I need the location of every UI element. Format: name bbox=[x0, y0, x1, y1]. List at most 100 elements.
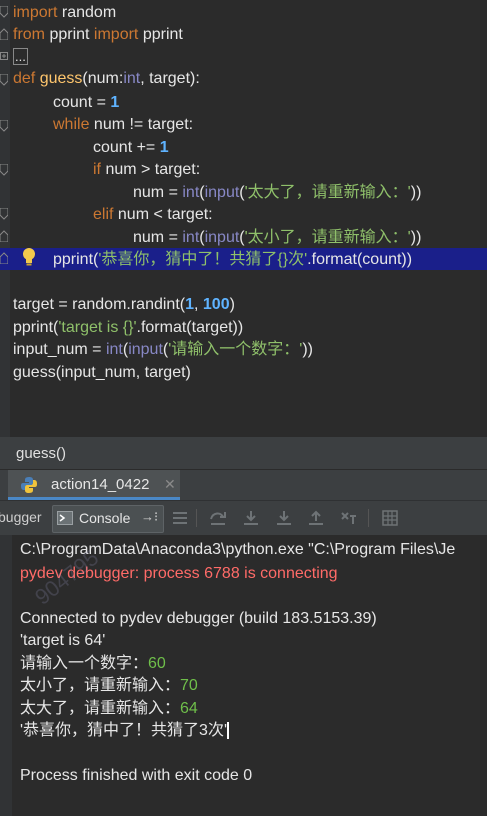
code-line[interactable]: input_num = int(input('请输入一个数字：')) bbox=[13, 339, 313, 361]
step-over-icon[interactable] bbox=[208, 509, 228, 527]
keyword: while bbox=[53, 116, 90, 133]
fold-icon[interactable] bbox=[0, 252, 8, 264]
breadcrumb[interactable]: guess() bbox=[0, 439, 487, 470]
console-text: '恭喜你，猜中了！共猜了3次' bbox=[20, 722, 228, 739]
fold-icon[interactable] bbox=[0, 6, 8, 18]
string-literal: '请输入一个数字：' bbox=[168, 341, 303, 358]
string-literal: '太大了，请重新输入：' bbox=[244, 184, 411, 201]
code-text: , target): bbox=[140, 70, 200, 87]
code-line[interactable]: import random bbox=[13, 2, 116, 24]
code-line[interactable]: if num > target: bbox=[93, 159, 200, 181]
prompt-text: 请输入一个数字： bbox=[20, 655, 149, 672]
builtin-function: int bbox=[182, 184, 200, 201]
fold-icon[interactable] bbox=[0, 28, 8, 40]
fold-icon[interactable] bbox=[0, 230, 8, 242]
code-line[interactable]: guess(input_num, target) bbox=[13, 362, 191, 384]
code-text: random bbox=[57, 4, 117, 21]
code-text: ) bbox=[229, 296, 235, 313]
code-line[interactable]: num = int(input('太小了，请重新输入：')) bbox=[133, 227, 421, 249]
builtin-type: int bbox=[123, 70, 141, 87]
keyword: import bbox=[93, 26, 139, 43]
code-line[interactable]: num = int(input('太大了，请重新输入：')) bbox=[133, 182, 421, 204]
code-line[interactable]: def guess(num:int, target): bbox=[13, 68, 200, 90]
console-line: '恭喜你，猜中了！共猜了3次' bbox=[20, 720, 230, 742]
builtin-function: int bbox=[182, 229, 200, 246]
text-cursor bbox=[227, 722, 230, 740]
code-editor[interactable]: import random from pprint import pprint … bbox=[0, 0, 487, 437]
code-text: count += bbox=[93, 139, 160, 156]
folded-text: ... bbox=[13, 48, 28, 65]
console-line: Connected to pydev debugger (build 183.5… bbox=[20, 610, 377, 627]
user-input: 64 bbox=[180, 700, 198, 717]
builtin-function: input bbox=[204, 229, 240, 246]
pin-arrow-icon[interactable]: →⁝ bbox=[141, 509, 158, 525]
fold-expand-icon[interactable] bbox=[0, 50, 8, 62]
run-to-cursor-icon[interactable] bbox=[339, 509, 359, 527]
builtin-function: input bbox=[204, 184, 240, 201]
evaluate-table-icon[interactable] bbox=[380, 509, 400, 527]
prompt-text: 太大了，请重新输入： bbox=[20, 700, 181, 717]
menu-lines-icon[interactable] bbox=[170, 509, 190, 527]
breadcrumb-function[interactable]: guess() bbox=[16, 445, 66, 462]
lightbulb-icon[interactable] bbox=[22, 247, 36, 267]
code-line[interactable]: from pprint import pprint bbox=[13, 24, 183, 46]
number-literal: 1 bbox=[110, 94, 120, 111]
code-text: num = bbox=[133, 184, 183, 201]
code-text: target = random.randint( bbox=[13, 296, 186, 313]
keyword: from bbox=[13, 26, 45, 43]
tab-console[interactable]: Console →⁝ bbox=[52, 505, 164, 533]
console-line: C:\ProgramData\Anaconda3\python.exe "C:\… bbox=[20, 541, 456, 558]
code-text: , bbox=[194, 296, 203, 313]
toolbar-separator bbox=[196, 509, 197, 527]
code-text: (num: bbox=[82, 70, 124, 87]
console-line: Process finished with exit code 0 bbox=[20, 767, 253, 784]
code-line[interactable]: while num != target: bbox=[53, 114, 193, 136]
console-line: 请输入一个数字：60 bbox=[20, 653, 166, 675]
fold-icon[interactable] bbox=[0, 74, 8, 86]
code-text: )) bbox=[302, 341, 313, 358]
step-out-icon[interactable] bbox=[306, 509, 326, 527]
console-icon bbox=[57, 511, 73, 525]
code-line[interactable]: count += 1 bbox=[93, 137, 169, 159]
toolbar-separator bbox=[368, 509, 369, 527]
fold-icon[interactable] bbox=[0, 164, 8, 176]
code-text: pprint bbox=[45, 26, 94, 43]
run-tab-action14[interactable]: action14_0422 ✕ bbox=[8, 470, 180, 500]
python-icon bbox=[20, 476, 38, 494]
console-line: 太小了，请重新输入：70 bbox=[20, 675, 198, 697]
code-text: .format(count)) bbox=[307, 251, 413, 268]
code-text: guess(input_num, target) bbox=[13, 364, 191, 381]
code-line[interactable]: elif num < target: bbox=[93, 204, 213, 226]
code-line[interactable]: count = 1 bbox=[53, 92, 119, 114]
close-icon[interactable]: ✕ bbox=[164, 476, 176, 493]
user-input: 70 bbox=[180, 677, 198, 694]
code-text: num < target: bbox=[113, 206, 213, 223]
code-text: )) bbox=[410, 229, 422, 246]
code-line[interactable]: pprint('target is {}'.format(target)) bbox=[13, 317, 243, 339]
step-into-icon[interactable] bbox=[241, 509, 261, 527]
code-text: num > target: bbox=[101, 161, 201, 178]
keyword: def bbox=[13, 70, 36, 87]
tab-debugger[interactable]: bugger bbox=[0, 509, 42, 525]
run-toolbar: bugger Console →⁝ bbox=[0, 500, 487, 535]
code-line-current[interactable]: pprint('恭喜你，猜中了！共猜了{}次'.format(count)) bbox=[53, 249, 412, 271]
code-text: .format(target)) bbox=[136, 319, 244, 336]
code-text: )) bbox=[410, 184, 422, 201]
code-text: pprint bbox=[138, 26, 183, 43]
folded-code-placeholder[interactable]: ... bbox=[13, 46, 28, 68]
prompt-text: 太小了，请重新输入： bbox=[20, 677, 181, 694]
console-output[interactable]: C:\ProgramData\Anaconda3\python.exe "C:\… bbox=[0, 535, 487, 816]
code-text: count = bbox=[53, 94, 111, 111]
console-line: 'target is 64' bbox=[20, 632, 106, 649]
fold-icon[interactable] bbox=[0, 120, 8, 132]
string-literal: '恭喜你，猜中了！共猜了{}次' bbox=[98, 251, 308, 268]
step-into-my-code-icon[interactable] bbox=[274, 509, 294, 527]
console-gutter bbox=[0, 535, 12, 816]
builtin-function: int bbox=[105, 341, 123, 358]
number-literal: 100 bbox=[202, 296, 230, 313]
keyword: if bbox=[93, 161, 101, 178]
console-label: Console bbox=[79, 510, 131, 526]
code-line[interactable]: target = random.randint(1, 100) bbox=[13, 294, 235, 316]
fold-icon[interactable] bbox=[0, 208, 8, 220]
code-text: input_num = bbox=[13, 341, 106, 358]
